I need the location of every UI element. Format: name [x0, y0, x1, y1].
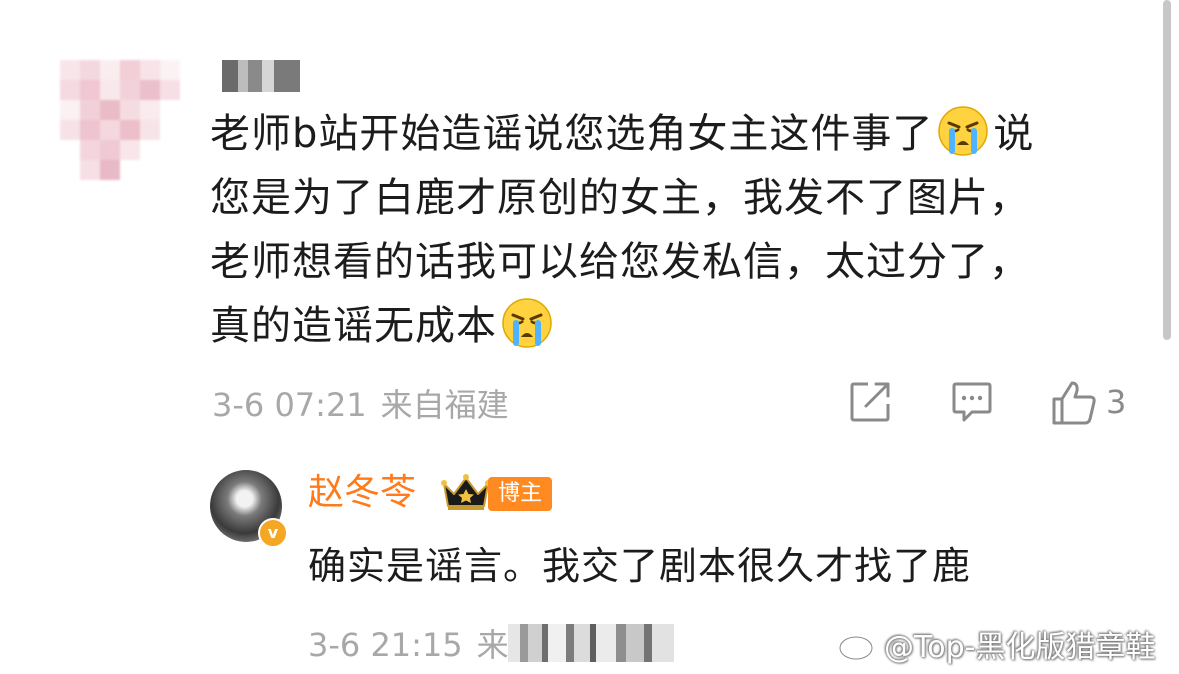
reply-location-prefix: 来 — [476, 626, 509, 664]
thumbs-up-icon — [1052, 381, 1096, 425]
comment-line-2: 您是为了白鹿才原创的女主，我发不了图片， — [210, 175, 1030, 221]
comment-meta: 3-6 07:21 来自福建 — [212, 380, 509, 426]
role-badge: 博主 — [488, 477, 553, 511]
reply-author-name[interactable]: 赵冬苓 — [308, 468, 416, 518]
weibo-logo-icon — [838, 628, 878, 661]
comment-line-3: 老师想看的话我可以给您发私信，太过分了， — [210, 239, 1030, 285]
comment-line-4: 真的造谣无成本 — [210, 294, 1150, 358]
reply-button[interactable] — [950, 378, 994, 426]
crown-icon — [441, 474, 491, 510]
scrollbar-thumb[interactable] — [1163, 0, 1171, 340]
reply-location-redacted — [508, 624, 674, 662]
crying-face-icon — [502, 298, 552, 348]
crying-face-icon — [938, 106, 989, 156]
watermark: @Top-黑化版猎章鞋 — [836, 622, 1155, 666]
comment-date: 3-6 07:21 — [212, 386, 367, 424]
verified-badge: v — [258, 518, 288, 548]
like-count: 3 — [1106, 383, 1127, 421]
share-icon — [850, 382, 890, 422]
reply-meta: 3-6 21:15 来 — [308, 620, 509, 666]
commenter-name-redacted[interactable] — [222, 60, 300, 92]
comment-body: 老师b站开始造谣说您选角女主这件事了 说 您是为了白鹿才原创的女主，我发不了图片… — [210, 102, 1150, 358]
reply-date: 3-6 21:15 — [308, 626, 463, 664]
comment-location: 来自福建 — [380, 386, 509, 424]
commenter-avatar[interactable] — [60, 60, 180, 180]
share-button[interactable] — [848, 378, 892, 426]
watermark-text: @Top-黑化版猎章鞋 — [884, 630, 1156, 665]
comment-line-1: 老师b站开始造谣说您选角女主这件事了 说 — [210, 102, 1150, 166]
comment-thread-screen: 老师b站开始造谣说您选角女主这件事了 说 您是为了白鹿才原创的女主，我发不了图片… — [0, 0, 1179, 674]
like-button[interactable]: 3 — [1050, 378, 1126, 426]
comment-icon — [952, 382, 992, 422]
reply-body: 确实是谣言。我交了剧本很久才找了鹿 — [308, 544, 972, 588]
